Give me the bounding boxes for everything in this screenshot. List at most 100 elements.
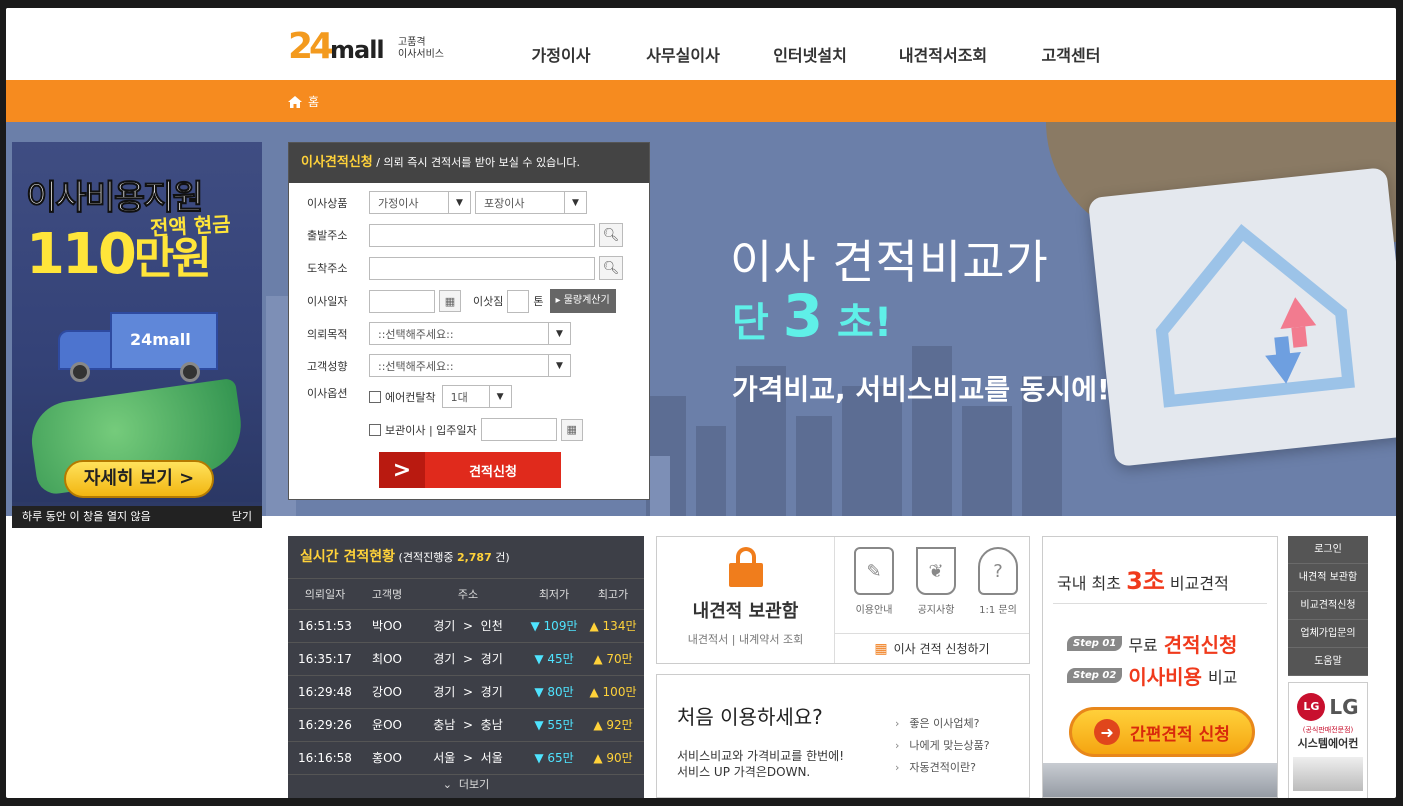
quick-estimate-label: 간편견적 신청 <box>1130 724 1230 745</box>
browser-page: 24 mall 고품격 이사서비스 가정이사 사무실이사 인터넷설치 내견적서조… <box>6 8 1396 798</box>
load-ton-input[interactable] <box>507 289 530 313</box>
site-logo[interactable]: 24 mall 고품격 이사서비스 <box>288 26 458 74</box>
chevron-down-icon: ▼ <box>488 386 511 407</box>
row-max: ▲ 90만 <box>593 751 633 765</box>
row-max-value: 100만 <box>602 685 637 699</box>
truck-wheel <box>70 362 90 382</box>
promo-title-post: 비교견적 <box>1164 574 1229 593</box>
move-in-date-input[interactable] <box>480 418 557 441</box>
select-aircon-qty[interactable]: 1대 ▼ <box>441 385 512 408</box>
row-max: ▲ 92만 <box>593 718 633 732</box>
lg-product-name: 시스템에어컨 <box>1297 737 1359 750</box>
estimate-form: 이사견적신청 / 의뢰 즉시 견적서를 받아 보실 수 있습니다. 이사상품 가… <box>288 142 650 500</box>
row-name: 최OO <box>372 652 402 666</box>
volume-calculator-label: 물량계산기 <box>563 295 610 306</box>
storage-checkbox[interactable] <box>369 423 381 436</box>
table-row[interactable]: 16:29:26 윤OO 충남 > 충남 ▼ 55만 ▲ 92만 <box>288 709 644 742</box>
row-from: 경기 <box>433 652 456 666</box>
lg-aircon-banner[interactable]: LG LG (공식판매전문점) 시스템에어컨 <box>1288 682 1368 798</box>
select-purpose[interactable]: ::선택해주세요:: ▼ <box>369 322 571 345</box>
link-right-product[interactable]: 나에게 맞는상품? <box>895 737 989 759</box>
volume-calculator-button[interactable]: ▸ 물량계산기 <box>549 289 616 313</box>
to-search-button[interactable]: 🔍︎ <box>599 256 623 280</box>
row-address: 서울 > 서울 <box>433 751 503 765</box>
my-estimate-link[interactable]: 내견적 보관함 내견적서 | 내계약서 조회 <box>657 537 835 663</box>
promo-step-1: Step 01 무료 견적신청 <box>1067 629 1237 658</box>
from-search-button[interactable]: 🔍︎ <box>599 223 623 247</box>
label-customer: 고객성향 <box>307 359 348 373</box>
row-min: ▼ 80만 <box>534 685 574 699</box>
apply-estimate-button[interactable]: ▦ 이사 견적 신청하기 <box>835 633 1029 663</box>
step-2-tag: Step 02 <box>1067 668 1123 683</box>
home-icon <box>288 95 302 108</box>
aircon-label: 에어컨탈착 <box>385 390 436 404</box>
my-estimate-title: 내견적 보관함 <box>692 601 799 622</box>
row-name: 박OO <box>372 619 402 633</box>
link-good-company[interactable]: 좋은 이사업체? <box>895 715 990 737</box>
nav-customer-center[interactable]: 고객센터 <box>1006 42 1136 66</box>
quick-estimate-button[interactable]: ➜ 간편견적 신청 <box>1069 707 1255 757</box>
calendar-button[interactable]: ▦ <box>439 290 461 312</box>
quick-help[interactable]: 도움말 <box>1288 648 1368 676</box>
move-date-input[interactable] <box>369 289 435 313</box>
nav-internet[interactable]: 인터넷설치 <box>740 42 880 66</box>
table-row[interactable]: 16:51:53 박OO 경기 > 인천 ▼ 109만 ▲ 134만 <box>288 610 644 643</box>
select-customer-type[interactable]: ::선택해주세요:: ▼ <box>369 354 571 377</box>
label-from: 출발주소 <box>307 229 348 242</box>
row-min-value: 80만 <box>547 685 574 699</box>
person-question-icon: ? <box>978 547 1018 595</box>
hero-subtitle-pre: 단 <box>732 300 783 346</box>
from-address-input[interactable] <box>369 223 595 247</box>
row-options: 이사옵션 에어컨탈착 1대 ▼ <box>307 385 512 408</box>
skyline-building <box>962 406 1012 516</box>
table-row[interactable]: 16:29:48 강OO 경기 > 경기 ▼ 80만 ▲ 100만 <box>288 676 644 709</box>
table-row[interactable]: 16:16:58 홍OO 서울 > 서울 ▼ 65만 ▲ 90만 <box>288 742 644 775</box>
promo-step-2: Step 02 이사비용 비교 <box>1067 661 1237 690</box>
select-pack-type[interactable]: 포장이사 ▼ <box>475 191 587 214</box>
nav-home-moving[interactable]: 가정이사 <box>496 42 626 66</box>
live-more-button[interactable]: ⌄ 더보기 <box>288 775 644 795</box>
popup-dont-show-today[interactable]: 하루 동안 이 창을 열지 않음 <box>22 510 151 523</box>
popup-detail-button[interactable]: 자세히 보기 > <box>64 460 214 498</box>
logo-tagline-1: 고품격 <box>398 37 426 48</box>
link-auto-estimate[interactable]: 자동견적이란? <box>895 759 990 781</box>
nav-my-estimate[interactable]: 내견적서조회 <box>880 42 1006 66</box>
skyline-building <box>696 426 726 516</box>
row-min-value: 109만 <box>543 619 578 633</box>
row-max-value: 134만 <box>602 619 637 633</box>
logo-text: mall <box>330 36 385 64</box>
first-time-desc-1: 서비스비교와 가격비교를 한번에! <box>677 749 845 763</box>
quick-menu: 로그인 내견적 보관함 비교견적신청 업체가입문의 도움말 LG LG (공식판… <box>1288 536 1368 798</box>
storage-label: 보관이사 | 입주일자 <box>385 423 477 437</box>
chevron-down-icon: ⌄ <box>442 778 452 791</box>
aircon-checkbox[interactable] <box>369 390 381 403</box>
hero-subtitle-post: 초! <box>823 300 893 346</box>
estimate-submit-button[interactable]: > 견적신청 <box>379 452 561 488</box>
calendar-icon: ▦ <box>444 294 456 308</box>
quick-compare-estimate[interactable]: 비교견적신청 <box>1288 592 1368 620</box>
table-row[interactable]: 16:35:17 최OO 경기 > 경기 ▼ 45만 ▲ 70만 <box>288 643 644 676</box>
first-time-links: 좋은 이사업체? 나에게 맞는상품? 자동견적이란? <box>895 715 990 781</box>
select-product-type[interactable]: 가정이사 ▼ <box>369 191 471 214</box>
step-2-post: 비교 <box>1207 667 1238 687</box>
row-to: 경기 <box>480 685 503 699</box>
popup-close-button[interactable]: 닫기 <box>232 506 252 528</box>
calculator-icon: ▦ <box>874 640 888 657</box>
guide-link[interactable]: ✎ 이용안내 <box>843 547 905 616</box>
chevron-down-icon: ▼ <box>548 355 570 376</box>
row-time: 16:35:17 <box>298 652 352 666</box>
quick-login[interactable]: 로그인 <box>1288 536 1368 564</box>
notice-link[interactable]: ❦ 공지사항 <box>905 547 967 616</box>
to-address-input[interactable] <box>369 256 595 280</box>
nav-office-moving[interactable]: 사무실이사 <box>626 42 740 66</box>
inquiry-link[interactable]: ? 1:1 문의 <box>967 547 1029 616</box>
label-load: 이삿짐 <box>473 295 504 308</box>
quick-company-join[interactable]: 업체가입문의 <box>1288 620 1368 648</box>
apply-estimate-label: 이사 견적 신청하기 <box>893 642 990 656</box>
quick-my-estimate[interactable]: 내견적 보관함 <box>1288 564 1368 592</box>
breadcrumb-home[interactable]: 홈 <box>288 93 319 110</box>
calendar-button[interactable]: ▦ <box>560 418 583 441</box>
my-estimate-box: 내견적 보관함 내견적서 | 내계약서 조회 ✎ 이용안내 ❦ 공지사항 ? 1… <box>656 536 1030 664</box>
promo-title-pre: 국내 최초 <box>1057 574 1127 593</box>
arrow-right-icon: > <box>379 452 425 488</box>
